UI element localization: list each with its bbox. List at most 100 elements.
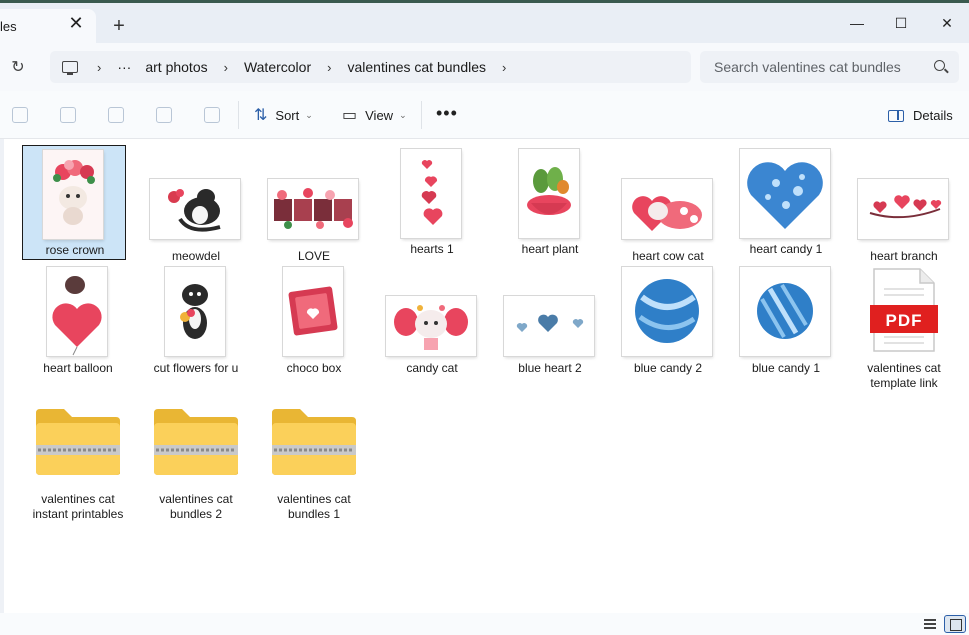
file-item-valentines-cat-template-link[interactable]: PDF valentines cat template link [852, 265, 956, 393]
file-item-heart-candy-1[interactable]: heart candy 1 [734, 145, 838, 260]
zip-folder-icon [270, 407, 358, 477]
toolbar-divider [238, 101, 239, 129]
details-label: Details [913, 108, 953, 123]
breadcrumb-item-valentines-cat-bundles[interactable]: valentines cat bundles [340, 59, 493, 75]
file-name: hearts 1 [410, 242, 454, 256]
view-label: View [365, 107, 394, 123]
file-item-heart-cow-cat[interactable]: heart cow cat [616, 145, 720, 263]
file-item-choco-box[interactable]: choco box [262, 265, 366, 380]
minimize-icon: — [850, 15, 864, 31]
file-name: cut flowers for u [153, 361, 239, 375]
close-icon: ✕ [941, 14, 953, 31]
file-name: rose crown [45, 243, 105, 257]
file-item-love[interactable]: LOVE [262, 145, 366, 263]
image-thumbnail [386, 296, 476, 356]
search-input[interactable]: Search valentines cat bundles [700, 51, 959, 83]
details-view-icon[interactable] [924, 619, 936, 629]
image-thumbnail [268, 179, 358, 239]
image-thumbnail [740, 267, 830, 356]
pdf-badge: PDF [885, 311, 923, 330]
details-pane-icon [888, 109, 904, 122]
chevron-right-icon[interactable]: › [318, 60, 340, 75]
breadcrumb-overflow[interactable]: ··· [110, 59, 138, 75]
title-bar: les ✕ + — ☐ ✕ [0, 3, 969, 43]
large-icons-view-icon[interactable] [944, 615, 966, 633]
file-item-rose-crown[interactable]: rose crown [22, 145, 126, 260]
chevron-down-icon: ⌄ [399, 109, 407, 120]
this-pc-icon[interactable] [62, 61, 78, 75]
more-options-icon[interactable]: ••• [436, 103, 458, 124]
file-item-valentines-cat-bundles-1[interactable]: valentines cat bundles 1 [262, 403, 366, 523]
file-item-hearts-1[interactable]: hearts 1 [380, 145, 484, 260]
file-name: LOVE [297, 249, 330, 263]
file-list: rose crown meowdel LOVE hearts 1 heart p… [0, 139, 969, 613]
minimize-button[interactable]: — [834, 7, 880, 39]
image-thumbnail [150, 179, 240, 239]
search-placeholder: Search valentines cat bundles [714, 59, 901, 75]
paste-icon[interactable] [60, 107, 76, 123]
file-name: choco box [286, 361, 342, 375]
file-item-meowdel[interactable]: meowdel [144, 145, 248, 263]
chevron-right-icon[interactable]: › [215, 60, 237, 75]
chevron-right-icon[interactable]: › [88, 60, 110, 75]
share-icon[interactable] [156, 107, 172, 123]
file-name: heart cow cat [632, 249, 704, 263]
file-item-valentines-cat-bundles-2[interactable]: valentines cat bundles 2 [144, 403, 248, 523]
tab-title: les [0, 19, 17, 34]
search-icon[interactable] [934, 60, 945, 71]
image-thumbnail [43, 150, 103, 239]
file-name: valentines cat bundles 2 [159, 492, 233, 521]
rename-icon[interactable] [108, 107, 124, 123]
file-item-heart-balloon[interactable]: heart balloon [26, 265, 130, 380]
maximize-icon: ☐ [894, 14, 908, 31]
chevron-right-icon[interactable]: › [493, 60, 515, 75]
image-thumbnail [622, 267, 712, 356]
sort-button[interactable]: ⇅ Sort ⌄ [254, 105, 313, 125]
file-name: valentines cat template link [867, 361, 941, 390]
chevron-down-icon: ⌄ [305, 109, 313, 120]
file-name: heart balloon [43, 361, 113, 375]
image-thumbnail [47, 267, 107, 356]
sort-label: Sort [275, 107, 300, 123]
file-name: meowdel [171, 249, 221, 263]
file-name: blue candy 2 [633, 361, 703, 375]
breadcrumb[interactable]: › ··· art photos › Watercolor › valentin… [50, 51, 691, 83]
breadcrumb-item-art-photos[interactable]: art photos [138, 59, 214, 75]
tab-close-icon[interactable]: ✕ [67, 14, 85, 32]
image-thumbnail [401, 149, 461, 238]
file-item-heart-plant[interactable]: heart plant [498, 145, 602, 260]
image-thumbnail [504, 296, 594, 356]
file-item-cut-flowers-for-u[interactable]: cut flowers for u [144, 265, 248, 380]
file-item-blue-candy-2[interactable]: blue candy 2 [616, 265, 720, 380]
pdf-icon: PDF [870, 267, 938, 353]
new-tab-button[interactable]: + [110, 16, 128, 36]
maximize-button[interactable]: ☐ [878, 7, 924, 39]
close-window-button[interactable]: ✕ [924, 7, 969, 39]
command-bar: ⇅ Sort ⌄ ▭ View ⌄ ••• Details [0, 91, 969, 139]
file-name: valentines cat bundles 1 [277, 492, 351, 521]
image-thumbnail [858, 179, 948, 239]
delete-icon[interactable] [204, 107, 220, 123]
image-thumbnail [165, 267, 225, 356]
file-name: heart branch [870, 249, 938, 263]
breadcrumb-item-watercolor[interactable]: Watercolor [237, 59, 318, 75]
file-item-heart-branch[interactable]: heart branch [852, 145, 956, 263]
refresh-icon[interactable]: ↻ [8, 57, 28, 77]
toolbar-divider [421, 101, 422, 129]
file-item-blue-candy-1[interactable]: blue candy 1 [734, 265, 838, 380]
file-item-valentines-cat-instant-printables[interactable]: valentines cat instant printables [26, 403, 130, 523]
zip-folder-icon [34, 407, 122, 477]
tab-current[interactable]: les ✕ [0, 9, 96, 43]
file-item-candy-cat[interactable]: candy cat [380, 265, 484, 380]
status-bar [0, 613, 969, 635]
file-name: heart plant [521, 242, 579, 256]
file-name: valentines cat instant printables [32, 492, 124, 521]
file-name: candy cat [406, 361, 458, 375]
address-row: ↻ › ··· art photos › Watercolor › valent… [0, 43, 969, 91]
view-button[interactable]: ▭ View ⌄ [342, 105, 407, 125]
copy-icon[interactable] [12, 107, 28, 123]
file-item-blue-heart-2[interactable]: blue heart 2 [498, 265, 602, 380]
zip-folder-icon [152, 407, 240, 477]
details-pane-button[interactable]: Details [888, 108, 953, 123]
sort-icon: ⇅ [254, 107, 268, 124]
